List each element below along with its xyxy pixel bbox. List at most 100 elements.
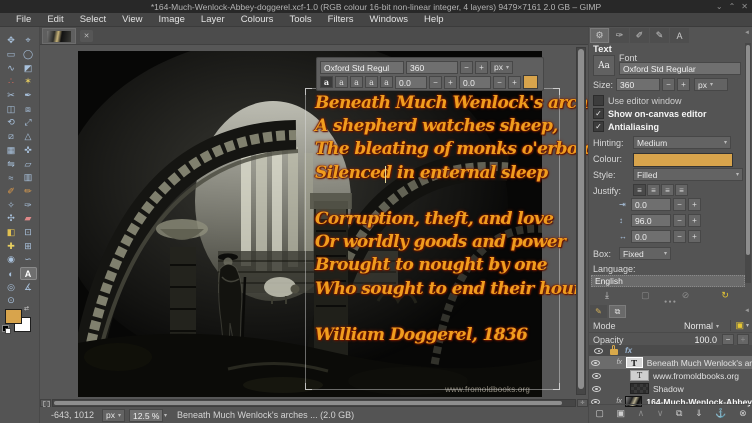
menu-edit[interactable]: Edit (39, 13, 71, 27)
style-dropdown[interactable]: Filled ▾ (633, 168, 743, 181)
justify-center-button[interactable]: ≡ (661, 184, 674, 196)
poem-text[interactable]: Beneath Much Wenlock's arches old A sheph… (315, 92, 588, 347)
toolbar-kerning-input[interactable]: 0.0 (459, 75, 491, 89)
underline-button[interactable]: a (365, 76, 378, 88)
mode-switch-button[interactable]: ▣ ▾ (730, 320, 749, 331)
tool-zoom[interactable]: ⊙ (3, 294, 20, 308)
zoom-level-input[interactable]: 12.5 % (129, 408, 163, 422)
layer-thumbnail[interactable] (630, 383, 649, 394)
swap-colors-icon[interactable]: ⇄ (24, 305, 29, 312)
tool-ellipse-select[interactable]: ◯ (20, 48, 37, 62)
tool-cage-transform[interactable]: ▱ (20, 157, 37, 171)
font-picker-button[interactable]: Aa (593, 55, 615, 76)
menu-help[interactable]: Help (416, 13, 452, 27)
kerning-decrease-button[interactable]: − (493, 75, 506, 89)
kerning-increase-button[interactable]: + (508, 75, 521, 89)
toolbar-font-input[interactable]: Oxford Std Regul (320, 60, 404, 74)
vertical-scrollbar[interactable] (576, 47, 586, 395)
layer-thumbnail[interactable]: T (630, 370, 649, 381)
toolbar-size-decrease-button[interactable]: − (460, 60, 473, 74)
line-spacing-increase-button[interactable]: + (688, 214, 701, 227)
size-input[interactable]: 360 (616, 78, 660, 91)
navigation-button[interactable]: ✛ (577, 399, 588, 407)
eye-icon[interactable] (590, 359, 600, 366)
horizontal-scrollbar[interactable] (52, 399, 576, 407)
italic-button[interactable]: a (350, 76, 363, 88)
tool-smudge[interactable]: ∽ (20, 253, 37, 267)
fonts-tab[interactable]: A (670, 28, 689, 43)
lock-header-icon[interactable] (610, 345, 618, 355)
indentation-input[interactable]: 0.0 (631, 198, 671, 211)
tool-gradient[interactable]: ▥ (20, 171, 37, 185)
tool-perspective[interactable]: △ (20, 130, 37, 144)
tool-scale[interactable]: ⤢ (20, 116, 37, 130)
tool-bucket-fill[interactable]: ◧ (3, 226, 20, 240)
clear-style-button[interactable]: a (320, 76, 333, 88)
save-tool-preset-button[interactable]: ⤓ (605, 290, 609, 301)
tool-text[interactable]: A (19, 266, 37, 281)
title-bar[interactable]: *164-Much-Wenlock-Abbey-doggerel.xcf-1.0… (0, 0, 752, 13)
textbox-handle-bottom-right[interactable] (553, 383, 560, 390)
textbox-handle-bottom-left[interactable] (305, 383, 312, 390)
tool-handle-transform[interactable]: ✜ (20, 144, 37, 158)
layers-tab[interactable]: ⧉ (609, 305, 626, 318)
menu-image[interactable]: Image (151, 13, 193, 27)
tool-move[interactable]: ✥ (3, 34, 20, 48)
tool-shear[interactable]: ⧄ (3, 130, 20, 144)
tool-pencil[interactable]: ✏ (20, 185, 37, 199)
toolbar-unit-dropdown[interactable]: px ▾ (490, 60, 513, 74)
size-unit-dropdown[interactable]: px ▾ (694, 78, 728, 91)
panel-scrollbar[interactable] (745, 43, 751, 283)
tool-clone[interactable]: ⊡ (20, 226, 37, 240)
baseline-decrease-button[interactable]: − (429, 75, 442, 89)
menu-file[interactable]: File (8, 13, 39, 27)
patterns-tab[interactable]: ✎ (650, 28, 669, 43)
tool-crop[interactable]: ◫ (3, 102, 20, 116)
hinting-dropdown[interactable]: Medium ▾ (633, 136, 731, 149)
tool-eraser[interactable]: ▰ (20, 212, 37, 226)
tool-dodge-burn[interactable]: ◐ (3, 267, 20, 281)
textbox-handle-top-left[interactable] (305, 88, 312, 95)
tool-options-tab[interactable]: ⚙ (590, 28, 609, 43)
layer-name[interactable]: www.fromoldbooks.org (653, 371, 739, 381)
layer-thumbnail[interactable]: T (625, 357, 643, 368)
layer-visibility-cell[interactable] (589, 385, 603, 392)
shade-window-icon[interactable]: ⌄ (716, 2, 723, 11)
canvas-area[interactable]: www.fromoldbooks.org Beneath Much Wenloc… (40, 45, 588, 399)
layer-visibility-cell[interactable] (589, 359, 601, 366)
layer-name[interactable]: Shadow (653, 384, 684, 394)
tool-color-picker[interactable]: ◎ (3, 280, 20, 294)
eye-icon[interactable] (591, 372, 601, 379)
tool-select-by-color[interactable]: ∴ (3, 75, 20, 89)
tool-unified-transform[interactable]: ⧈ (20, 102, 37, 116)
show-on-canvas-editor-checkbox[interactable]: ✓ Show on-canvas editor (593, 108, 707, 119)
toolbar-size-increase-button[interactable]: + (475, 60, 488, 74)
layer-row[interactable]: Twww.fromoldbooks.org (589, 369, 752, 382)
layer-visibility-cell[interactable] (589, 372, 603, 379)
tool-rectangle-select[interactable]: ▭ (3, 48, 20, 62)
menu-layer[interactable]: Layer (193, 13, 233, 27)
tool-flip[interactable]: ⇋ (3, 157, 20, 171)
mode-dropdown[interactable]: Normal ▾ (684, 321, 719, 331)
indentation-increase-button[interactable]: + (688, 198, 701, 211)
foreground-color-swatch[interactable] (5, 309, 22, 324)
tool-foreground-select[interactable]: ◩ (20, 61, 37, 75)
image-tab-close-icon[interactable]: ✕ (80, 30, 93, 42)
font-name-input[interactable]: Oxford Std Regular (619, 62, 741, 75)
effects-header-icon[interactable]: fx (625, 346, 632, 355)
baseline-increase-button[interactable]: + (444, 75, 457, 89)
layer-name[interactable]: Beneath Much Wenlock's arche (647, 358, 752, 368)
close-window-icon[interactable]: ✕ (741, 2, 748, 11)
panel-scrollbar-thumb[interactable] (746, 45, 750, 255)
status-unit-dropdown[interactable]: px ▾ (102, 408, 125, 422)
quick-mask-toggle[interactable] (40, 399, 51, 407)
letter-spacing-input[interactable]: 0.0 (631, 230, 671, 243)
toolbar-text-color-swatch[interactable] (523, 75, 538, 89)
antialiasing-checkbox[interactable]: ✓ Antialiasing (593, 121, 659, 132)
tool-measure[interactable]: ∡ (20, 280, 37, 294)
tool-airbrush[interactable]: ✧ (3, 198, 20, 212)
box-dropdown[interactable]: Fixed ▾ (619, 247, 671, 260)
new-layer-button[interactable]: ▢ (595, 408, 604, 419)
tool-transform-3d[interactable]: ▦ (3, 144, 20, 158)
justify-right-button[interactable]: ≡ (647, 184, 660, 196)
